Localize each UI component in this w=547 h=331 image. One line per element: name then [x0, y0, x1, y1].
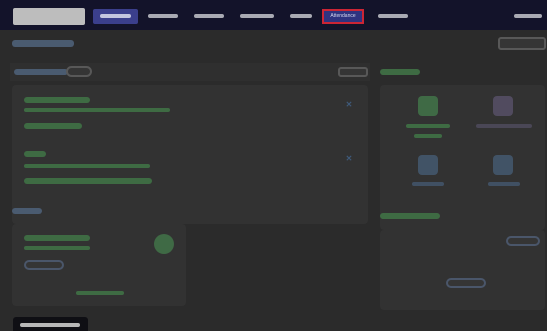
list-panel — [12, 85, 368, 224]
brand-logo[interactable] — [13, 8, 85, 25]
summary-card-title-placeholder — [24, 235, 90, 241]
summary-card-line-placeholder — [24, 246, 90, 250]
close-icon[interactable]: ✕ — [344, 154, 354, 164]
app-tile-icon[interactable] — [418, 155, 438, 175]
status-circle-icon — [154, 234, 174, 254]
page-title-placeholder — [12, 40, 74, 47]
navbar-item-active[interactable] — [93, 9, 138, 24]
app-tile-3-label-placeholder — [412, 182, 444, 186]
lower-left-section-title-placeholder — [12, 208, 42, 214]
close-icon[interactable]: ✕ — [344, 100, 354, 110]
left-section-action-button[interactable] — [338, 67, 368, 77]
lower-right-section-title-placeholder — [380, 213, 440, 219]
summary-card-tag[interactable] — [24, 260, 64, 270]
app-tile-2-label-placeholder — [476, 124, 532, 128]
navbar-item-7[interactable] — [378, 14, 408, 18]
app-tile-1-sublabel-placeholder — [414, 134, 442, 138]
left-section-count-pill — [66, 66, 92, 77]
details-panel-action[interactable] — [506, 236, 540, 246]
details-panel-button[interactable] — [446, 278, 486, 288]
floating-action-button[interactable] — [13, 317, 88, 331]
summary-card-footer-link-placeholder[interactable] — [76, 291, 124, 295]
right-section-title-placeholder — [380, 69, 420, 75]
app-tile-1-label-placeholder — [406, 124, 450, 128]
list-item-2-line-placeholder — [24, 164, 150, 168]
app-tile-4-label-placeholder — [488, 182, 520, 186]
navbar-item-attendance-highlighted[interactable]: Attendance — [322, 9, 364, 24]
app-tile-icon[interactable] — [493, 155, 513, 175]
navbar-item-3[interactable] — [194, 14, 224, 18]
app-window: Attendance ✕ ✕ — [0, 0, 547, 331]
navbar-item-4[interactable] — [240, 14, 274, 18]
quick-apps-panel — [380, 85, 545, 230]
floating-action-label-placeholder — [20, 323, 80, 327]
navbar-item-label-placeholder — [100, 14, 131, 18]
page-action-button[interactable] — [498, 37, 546, 50]
navbar-user-menu[interactable] — [514, 14, 542, 18]
list-item-2-meta-placeholder — [24, 178, 152, 184]
top-navbar: Attendance — [0, 0, 547, 30]
list-item-1-meta-placeholder — [24, 123, 82, 129]
navbar-item-5[interactable] — [290, 14, 312, 18]
left-section-title-placeholder — [14, 69, 68, 75]
navbar-item-2[interactable] — [148, 14, 178, 18]
app-tile-icon[interactable] — [418, 96, 438, 116]
list-item-2-title-placeholder — [24, 151, 46, 157]
list-item-1-title-placeholder — [24, 97, 90, 103]
list-item-1-line-placeholder — [24, 108, 170, 112]
navbar-item-attendance-label: Attendance — [330, 13, 356, 19]
dimmed-page-content: ✕ ✕ — [0, 30, 547, 331]
app-tile-icon[interactable] — [493, 96, 513, 116]
